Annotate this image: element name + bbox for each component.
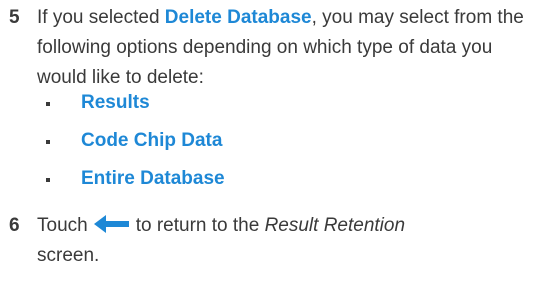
list-item: Code Chip Data <box>0 126 545 156</box>
step-5-text: If you selected Delete Database, you may… <box>37 3 542 93</box>
step-6-mid: to return to the <box>135 215 265 236</box>
step-6-pre: Touch <box>37 215 88 236</box>
manual-page: 5 If you selected Delete Database, you m… <box>0 0 545 301</box>
bullet-icon <box>46 102 50 106</box>
list-item: Entire Database <box>0 164 545 194</box>
step-5-intro: If you selected <box>37 7 165 28</box>
back-arrow-icon <box>93 214 129 233</box>
bullet-icon <box>46 178 50 182</box>
step-6-text: Touch to return to the Result Retention sc… <box>37 211 542 271</box>
bullet-icon <box>46 140 50 144</box>
option-results: Results <box>81 92 150 113</box>
option-code-chip-data: Code Chip Data <box>81 130 223 151</box>
result-retention-screen-name: Result Retention <box>264 215 406 236</box>
step-number: 5 <box>9 7 20 28</box>
option-entire-database: Entire Database <box>81 168 225 189</box>
step-number: 6 <box>9 215 20 236</box>
list-item: Results <box>0 88 545 118</box>
delete-database-label: Delete Database <box>164 7 312 28</box>
step-6-post: screen. <box>37 245 100 266</box>
